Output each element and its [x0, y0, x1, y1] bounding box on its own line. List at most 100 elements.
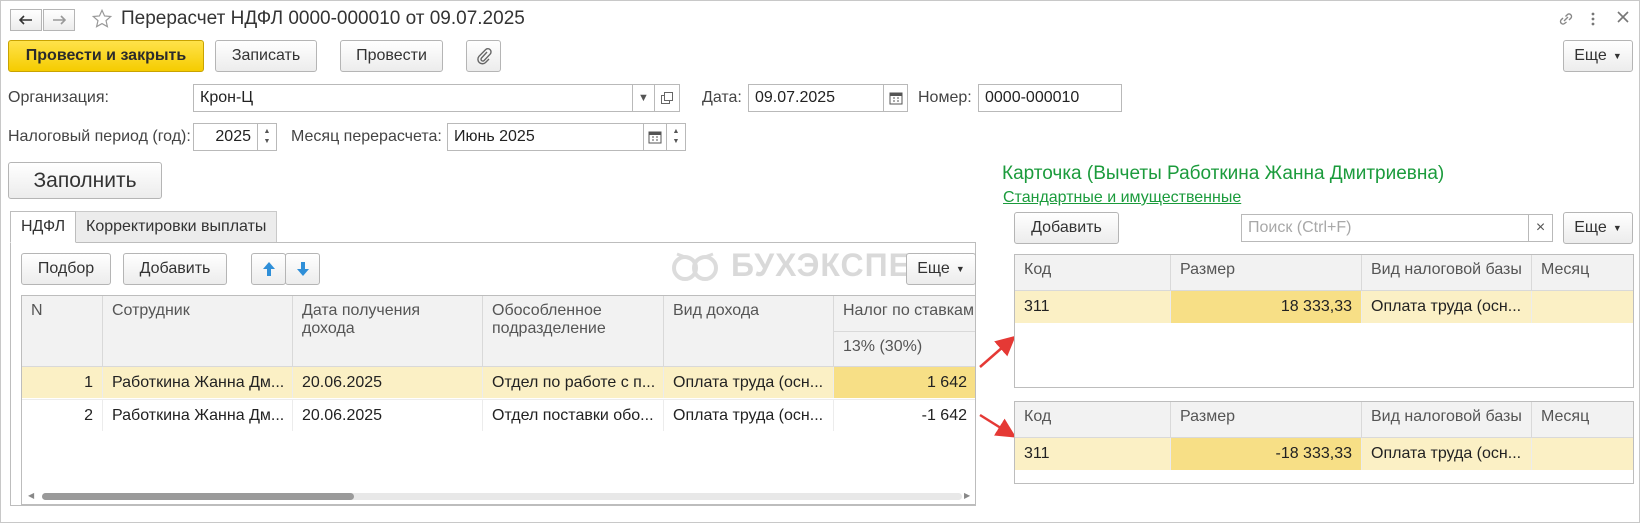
size-cell[interactable]: 18 333,33	[1171, 291, 1362, 323]
move-down-button[interactable]	[285, 253, 320, 285]
fill-button[interactable]: Заполнить	[8, 162, 162, 199]
tax-base-cell[interactable]: Оплата труда (осн...	[1362, 291, 1532, 323]
scroll-left-icon[interactable]: ◀	[28, 491, 34, 500]
date-field[interactable]: 09.07.2025	[748, 84, 884, 112]
attach-button[interactable]	[466, 40, 501, 72]
watermark-logo-icon	[672, 252, 718, 281]
stepper-down-icon: ▼	[263, 138, 271, 145]
tax-period-label: Налоговый период (год):	[8, 128, 191, 145]
card-add-button[interactable]: Добавить	[1014, 212, 1119, 244]
income-type-cell[interactable]: Оплата труда (осн...	[664, 400, 834, 431]
column-header-tax-rate[interactable]: 13% (30%)	[834, 332, 975, 367]
column-header-n[interactable]: N	[22, 296, 103, 367]
search-placeholder: Поиск (Ctrl+F)	[1248, 219, 1352, 236]
column-header-size[interactable]: Размер	[1171, 402, 1362, 438]
chevron-down-icon: ▼	[955, 264, 965, 274]
link-icon[interactable]	[1557, 10, 1575, 28]
recalc-month-label: Месяц перерасчета:	[291, 128, 442, 145]
document-window: Перерасчет НДФЛ 0000-000010 от 09.07.202…	[0, 0, 1640, 523]
column-header-month[interactable]: Месяц	[1532, 402, 1633, 438]
column-header-month[interactable]: Месяц	[1532, 255, 1633, 291]
column-header-tax-base[interactable]: Вид налоговой базы	[1362, 255, 1532, 291]
card-title: Карточка (Вычеты Работкина Жанна Дмитрие…	[1002, 163, 1445, 184]
window-title: Перерасчет НДФЛ 0000-000010 от 09.07.202…	[121, 8, 525, 29]
number-field[interactable]: 0000-000010	[978, 84, 1122, 112]
more-button[interactable]: Еще ▼	[1563, 40, 1633, 72]
dropdown-button[interactable]: ▼	[632, 84, 655, 112]
clear-icon: ×	[1535, 219, 1546, 236]
open-organization-button[interactable]	[654, 84, 680, 112]
column-header-employee[interactable]: Сотрудник	[103, 296, 293, 367]
recalc-month-field[interactable]: Июнь 2025	[447, 123, 644, 151]
scroll-right-icon[interactable]: ▶	[964, 491, 970, 500]
income-type-cell[interactable]: Оплата труда (осн...	[664, 367, 834, 398]
arrow-to-table1	[979, 335, 1016, 368]
column-header-income-type[interactable]: Вид дохода	[664, 296, 834, 367]
left-more-button[interactable]: Еще ▼	[906, 253, 976, 285]
month-cell[interactable]	[1532, 291, 1633, 323]
clear-search-button[interactable]: ×	[1528, 214, 1553, 242]
column-header-size[interactable]: Размер	[1171, 255, 1362, 291]
post-and-close-button[interactable]: Провести и закрыть	[8, 40, 204, 72]
move-up-button[interactable]	[251, 253, 286, 285]
paperclip-icon	[476, 48, 492, 65]
column-header-income-date[interactable]: Дата получения дохода	[293, 296, 483, 367]
date-calendar-button[interactable]	[883, 84, 908, 112]
card-search-input[interactable]: Поиск (Ctrl+F)	[1241, 214, 1529, 242]
more-label: Еще	[917, 260, 950, 277]
arrow-up-icon	[262, 262, 275, 276]
calendar-icon	[889, 92, 902, 105]
deductions-table-1: Код Размер Вид налоговой базы Месяц 311 …	[1014, 254, 1634, 388]
arrow-right-icon	[53, 15, 66, 25]
number-label: Номер:	[918, 89, 972, 106]
income-date-cell[interactable]: 20.06.2025	[293, 400, 483, 431]
horizontal-scrollbar[interactable]	[42, 493, 962, 500]
employee-cell[interactable]: Работкина Жанна Дм...	[103, 400, 293, 431]
tax-period-field[interactable]: 2025	[193, 123, 258, 151]
month-stepper[interactable]: ▲ ▼	[666, 123, 686, 151]
chevron-down-icon: ▼	[1612, 51, 1622, 61]
employee-cell[interactable]: Работкина Жанна Дм...	[103, 367, 293, 398]
scrollbar-thumb[interactable]	[42, 493, 354, 500]
month-cell[interactable]	[1532, 438, 1633, 470]
tax-period-stepper[interactable]: ▲ ▼	[257, 123, 277, 151]
back-button[interactable]	[10, 9, 42, 31]
save-button[interactable]: Записать	[215, 40, 317, 72]
forward-button[interactable]	[43, 9, 75, 31]
division-cell[interactable]: Отдел по работе с п...	[483, 367, 664, 398]
arrow-down-icon	[296, 262, 309, 276]
column-header-tax-base[interactable]: Вид налоговой базы	[1362, 402, 1532, 438]
column-header-tax[interactable]: Налог по ставкам	[834, 296, 975, 332]
caret-down-icon: ▼	[638, 92, 649, 104]
arrow-left-icon	[19, 15, 32, 25]
chevron-down-icon: ▼	[1612, 223, 1622, 233]
tab-payment-corrections[interactable]: Корректировки выплаты	[75, 211, 278, 243]
division-cell[interactable]: Отдел поставки обо...	[483, 400, 664, 431]
add-row-button[interactable]: Добавить	[123, 253, 227, 285]
column-header-division[interactable]: Обособленное подразделение	[483, 296, 664, 367]
column-header-code[interactable]: Код	[1015, 402, 1171, 438]
tax-base-cell[interactable]: Оплата труда (осн...	[1362, 438, 1532, 470]
close-icon[interactable]	[1616, 10, 1630, 24]
code-cell[interactable]: 311	[1015, 291, 1171, 323]
post-button[interactable]: Провести	[340, 40, 443, 72]
organization-field[interactable]: Крон-Ц	[193, 84, 633, 112]
ndfl-table: N Сотрудник Дата получения дохода Обособ…	[21, 295, 976, 505]
income-date-cell[interactable]: 20.06.2025	[293, 367, 483, 398]
tax-cell[interactable]: -1 642	[834, 400, 975, 431]
row-number: 1	[22, 367, 103, 398]
favorite-star-icon[interactable]	[91, 8, 113, 30]
deductions-type-link[interactable]: Стандартные и имущественные	[1003, 189, 1241, 207]
tax-cell[interactable]: 1 642	[834, 367, 975, 398]
more-label: Еще	[1574, 47, 1607, 64]
size-cell[interactable]: -18 333,33	[1171, 438, 1362, 470]
month-calendar-button[interactable]	[643, 123, 667, 151]
tab-ndfl[interactable]: НДФЛ	[10, 211, 77, 243]
code-cell[interactable]: 311	[1015, 438, 1171, 470]
column-header-code[interactable]: Код	[1015, 255, 1171, 291]
row-number: 2	[22, 400, 103, 431]
pick-button[interactable]: Подбор	[21, 253, 111, 285]
arrow-to-table2	[979, 413, 1017, 438]
more-actions-icon[interactable]	[1590, 10, 1596, 28]
card-more-button[interactable]: Еще ▼	[1563, 212, 1633, 244]
